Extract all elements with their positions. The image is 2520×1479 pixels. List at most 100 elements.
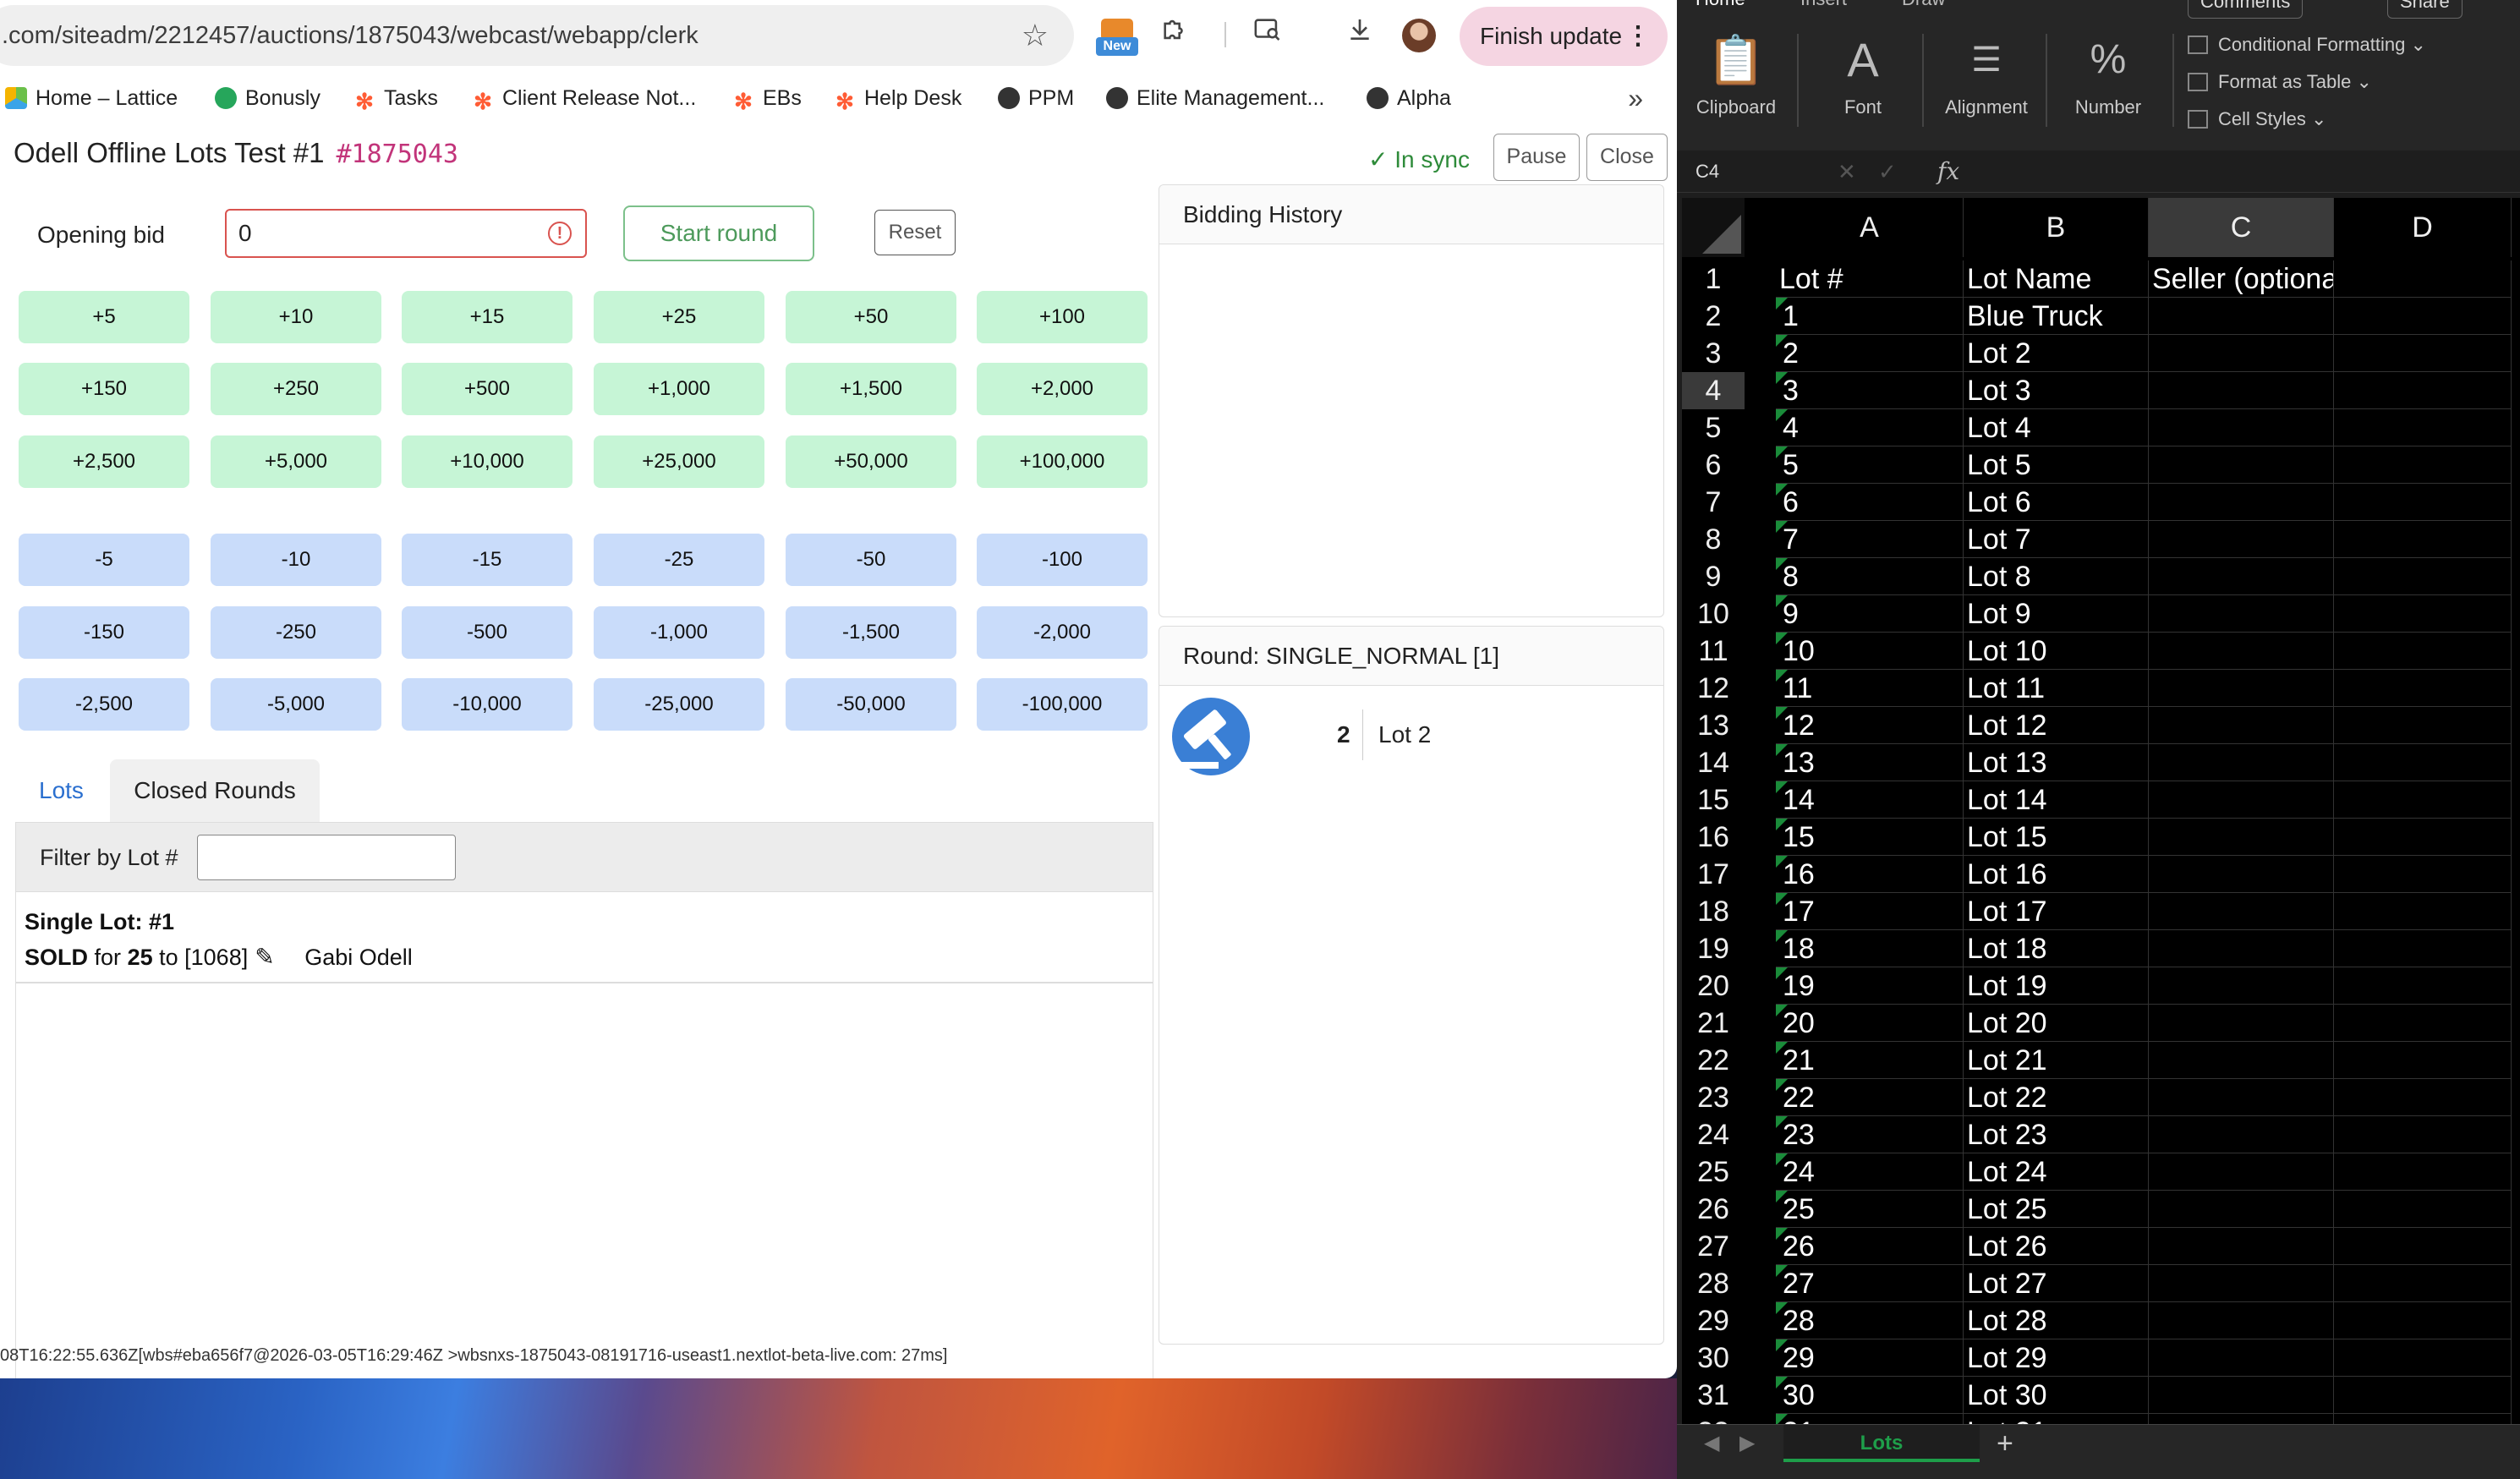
plus-button[interactable]: +2,500 — [19, 435, 189, 488]
table-cell[interactable] — [2149, 1228, 2334, 1265]
table-cell[interactable] — [2334, 595, 2512, 633]
table-cell[interactable]: Lot 22 — [1964, 1079, 2149, 1116]
row-header[interactable]: 25 — [1682, 1153, 1745, 1191]
plus-button[interactable]: +15 — [402, 291, 572, 343]
row-header[interactable]: 18 — [1682, 893, 1745, 930]
table-cell[interactable] — [2334, 893, 2512, 930]
downloads-icon[interactable] — [1340, 14, 1379, 56]
table-cell[interactable] — [2334, 260, 2512, 298]
table-cell[interactable] — [2149, 1079, 2334, 1116]
table-cell[interactable] — [2149, 930, 2334, 967]
new-feature-icon[interactable]: New — [1096, 19, 1138, 59]
plus-button[interactable]: +1,500 — [786, 363, 956, 415]
row-header[interactable]: 12 — [1682, 670, 1745, 707]
column-header[interactable]: D — [2334, 198, 2512, 257]
bookmark-star-icon[interactable]: ☆ — [1022, 5, 1049, 66]
plus-button[interactable]: +5 — [19, 291, 189, 343]
table-cell[interactable]: Lot 21 — [1964, 1042, 2149, 1079]
table-cell[interactable]: Lot 14 — [1964, 781, 2149, 819]
table-cell[interactable]: Lot 25 — [1964, 1191, 2149, 1228]
bookmark-ebs[interactable]: ✻ EBs — [732, 76, 802, 120]
table-cell[interactable] — [2334, 446, 2512, 484]
row-header[interactable]: 27 — [1682, 1228, 1745, 1265]
row-header[interactable]: 8 — [1682, 521, 1745, 558]
table-cell[interactable]: 5 — [1776, 446, 1964, 484]
table-cell[interactable] — [2149, 1005, 2334, 1042]
row-header[interactable]: 11 — [1682, 633, 1745, 670]
table-cell[interactable]: Lot 10 — [1964, 633, 2149, 670]
table-cell[interactable] — [2149, 1042, 2334, 1079]
table-cell[interactable]: Lot 2 — [1964, 335, 2149, 372]
row-header[interactable]: 13 — [1682, 707, 1745, 744]
plus-button[interactable]: +50,000 — [786, 435, 956, 488]
table-cell[interactable] — [2149, 558, 2334, 595]
table-cell[interactable]: 14 — [1776, 781, 1964, 819]
table-cell[interactable] — [2149, 595, 2334, 633]
plus-button[interactable]: +5,000 — [211, 435, 381, 488]
plus-button[interactable]: +1,000 — [594, 363, 764, 415]
bookmark-elite-management[interactable]: Elite Management... — [1106, 76, 1324, 120]
table-cell[interactable] — [2149, 1339, 2334, 1377]
table-cell[interactable]: 12 — [1776, 707, 1964, 744]
bookmark-lattice[interactable]: Home – Lattice — [5, 76, 178, 120]
row-header[interactable]: 24 — [1682, 1116, 1745, 1153]
plus-button[interactable]: +500 — [402, 363, 572, 415]
sheet-tab-lots[interactable]: Lots — [1783, 1425, 1980, 1462]
bookmark-bonusly[interactable]: Bonusly — [215, 76, 320, 120]
table-cell[interactable]: 25 — [1776, 1191, 1964, 1228]
start-round-button[interactable]: Start round — [623, 205, 814, 261]
cell-styles-button[interactable]: Cell Styles ⌄ — [2188, 108, 2326, 130]
table-cell[interactable] — [2334, 930, 2512, 967]
table-cell[interactable]: 23 — [1776, 1116, 1964, 1153]
row-header[interactable]: 6 — [1682, 446, 1745, 484]
column-header[interactable]: A — [1776, 198, 1964, 257]
table-cell[interactable]: Lot 20 — [1964, 1005, 2149, 1042]
table-cell[interactable] — [2149, 781, 2334, 819]
row-header[interactable]: 10 — [1682, 595, 1745, 633]
table-cell[interactable]: Lot 26 — [1964, 1228, 2149, 1265]
table-cell[interactable]: 1 — [1776, 298, 1964, 335]
tab-lots[interactable]: Lots — [39, 759, 84, 822]
table-cell[interactable] — [2334, 1116, 2512, 1153]
row-header[interactable]: 19 — [1682, 930, 1745, 967]
table-cell[interactable] — [2334, 707, 2512, 744]
table-cell[interactable] — [2334, 521, 2512, 558]
table-cell[interactable]: Lot 8 — [1964, 558, 2149, 595]
table-cell[interactable]: 22 — [1776, 1079, 1964, 1116]
minus-button[interactable]: -100 — [977, 534, 1148, 586]
minus-button[interactable]: -250 — [211, 606, 381, 659]
table-cell[interactable] — [2149, 409, 2334, 446]
number-group[interactable]: % Number — [2049, 30, 2167, 118]
plus-button[interactable]: +100,000 — [977, 435, 1148, 488]
row-header[interactable]: 15 — [1682, 781, 1745, 819]
name-box[interactable]: C4 — [1696, 151, 1719, 193]
table-cell[interactable]: 7 — [1776, 521, 1964, 558]
profile-avatar[interactable] — [1402, 19, 1436, 52]
comments-button[interactable]: Comments — [2188, 0, 2304, 19]
table-cell[interactable]: 8 — [1776, 558, 1964, 595]
table-cell[interactable] — [2334, 1265, 2512, 1302]
table-cell[interactable]: 3 — [1776, 372, 1964, 409]
table-cell[interactable]: 29 — [1776, 1339, 1964, 1377]
more-menu-icon[interactable]: ⋮ — [1625, 7, 1651, 66]
row-header[interactable]: 2 — [1682, 298, 1745, 335]
table-cell[interactable]: 24 — [1776, 1153, 1964, 1191]
table-cell[interactable]: Lot 3 — [1964, 372, 2149, 409]
finish-update-button[interactable]: Finish update ⋮ — [1460, 7, 1668, 66]
plus-button[interactable]: +25 — [594, 291, 764, 343]
column-header[interactable]: C — [2149, 198, 2334, 257]
table-cell[interactable] — [2334, 670, 2512, 707]
plus-button[interactable]: +2,000 — [977, 363, 1148, 415]
row-header[interactable]: 4 — [1682, 372, 1745, 409]
plus-button[interactable]: +10,000 — [402, 435, 572, 488]
table-cell[interactable] — [2149, 372, 2334, 409]
table-cell[interactable]: Lot 16 — [1964, 856, 2149, 893]
font-group[interactable]: A Font — [1804, 30, 1922, 118]
prev-sheet-icon[interactable]: ◀ — [1704, 1425, 1719, 1462]
table-cell[interactable] — [2334, 781, 2512, 819]
table-cell[interactable]: Lot 27 — [1964, 1265, 2149, 1302]
table-cell[interactable]: Lot 19 — [1964, 967, 2149, 1005]
close-button[interactable]: Close — [1586, 134, 1668, 181]
row-header[interactable]: 29 — [1682, 1302, 1745, 1339]
minus-button[interactable]: -15 — [402, 534, 572, 586]
